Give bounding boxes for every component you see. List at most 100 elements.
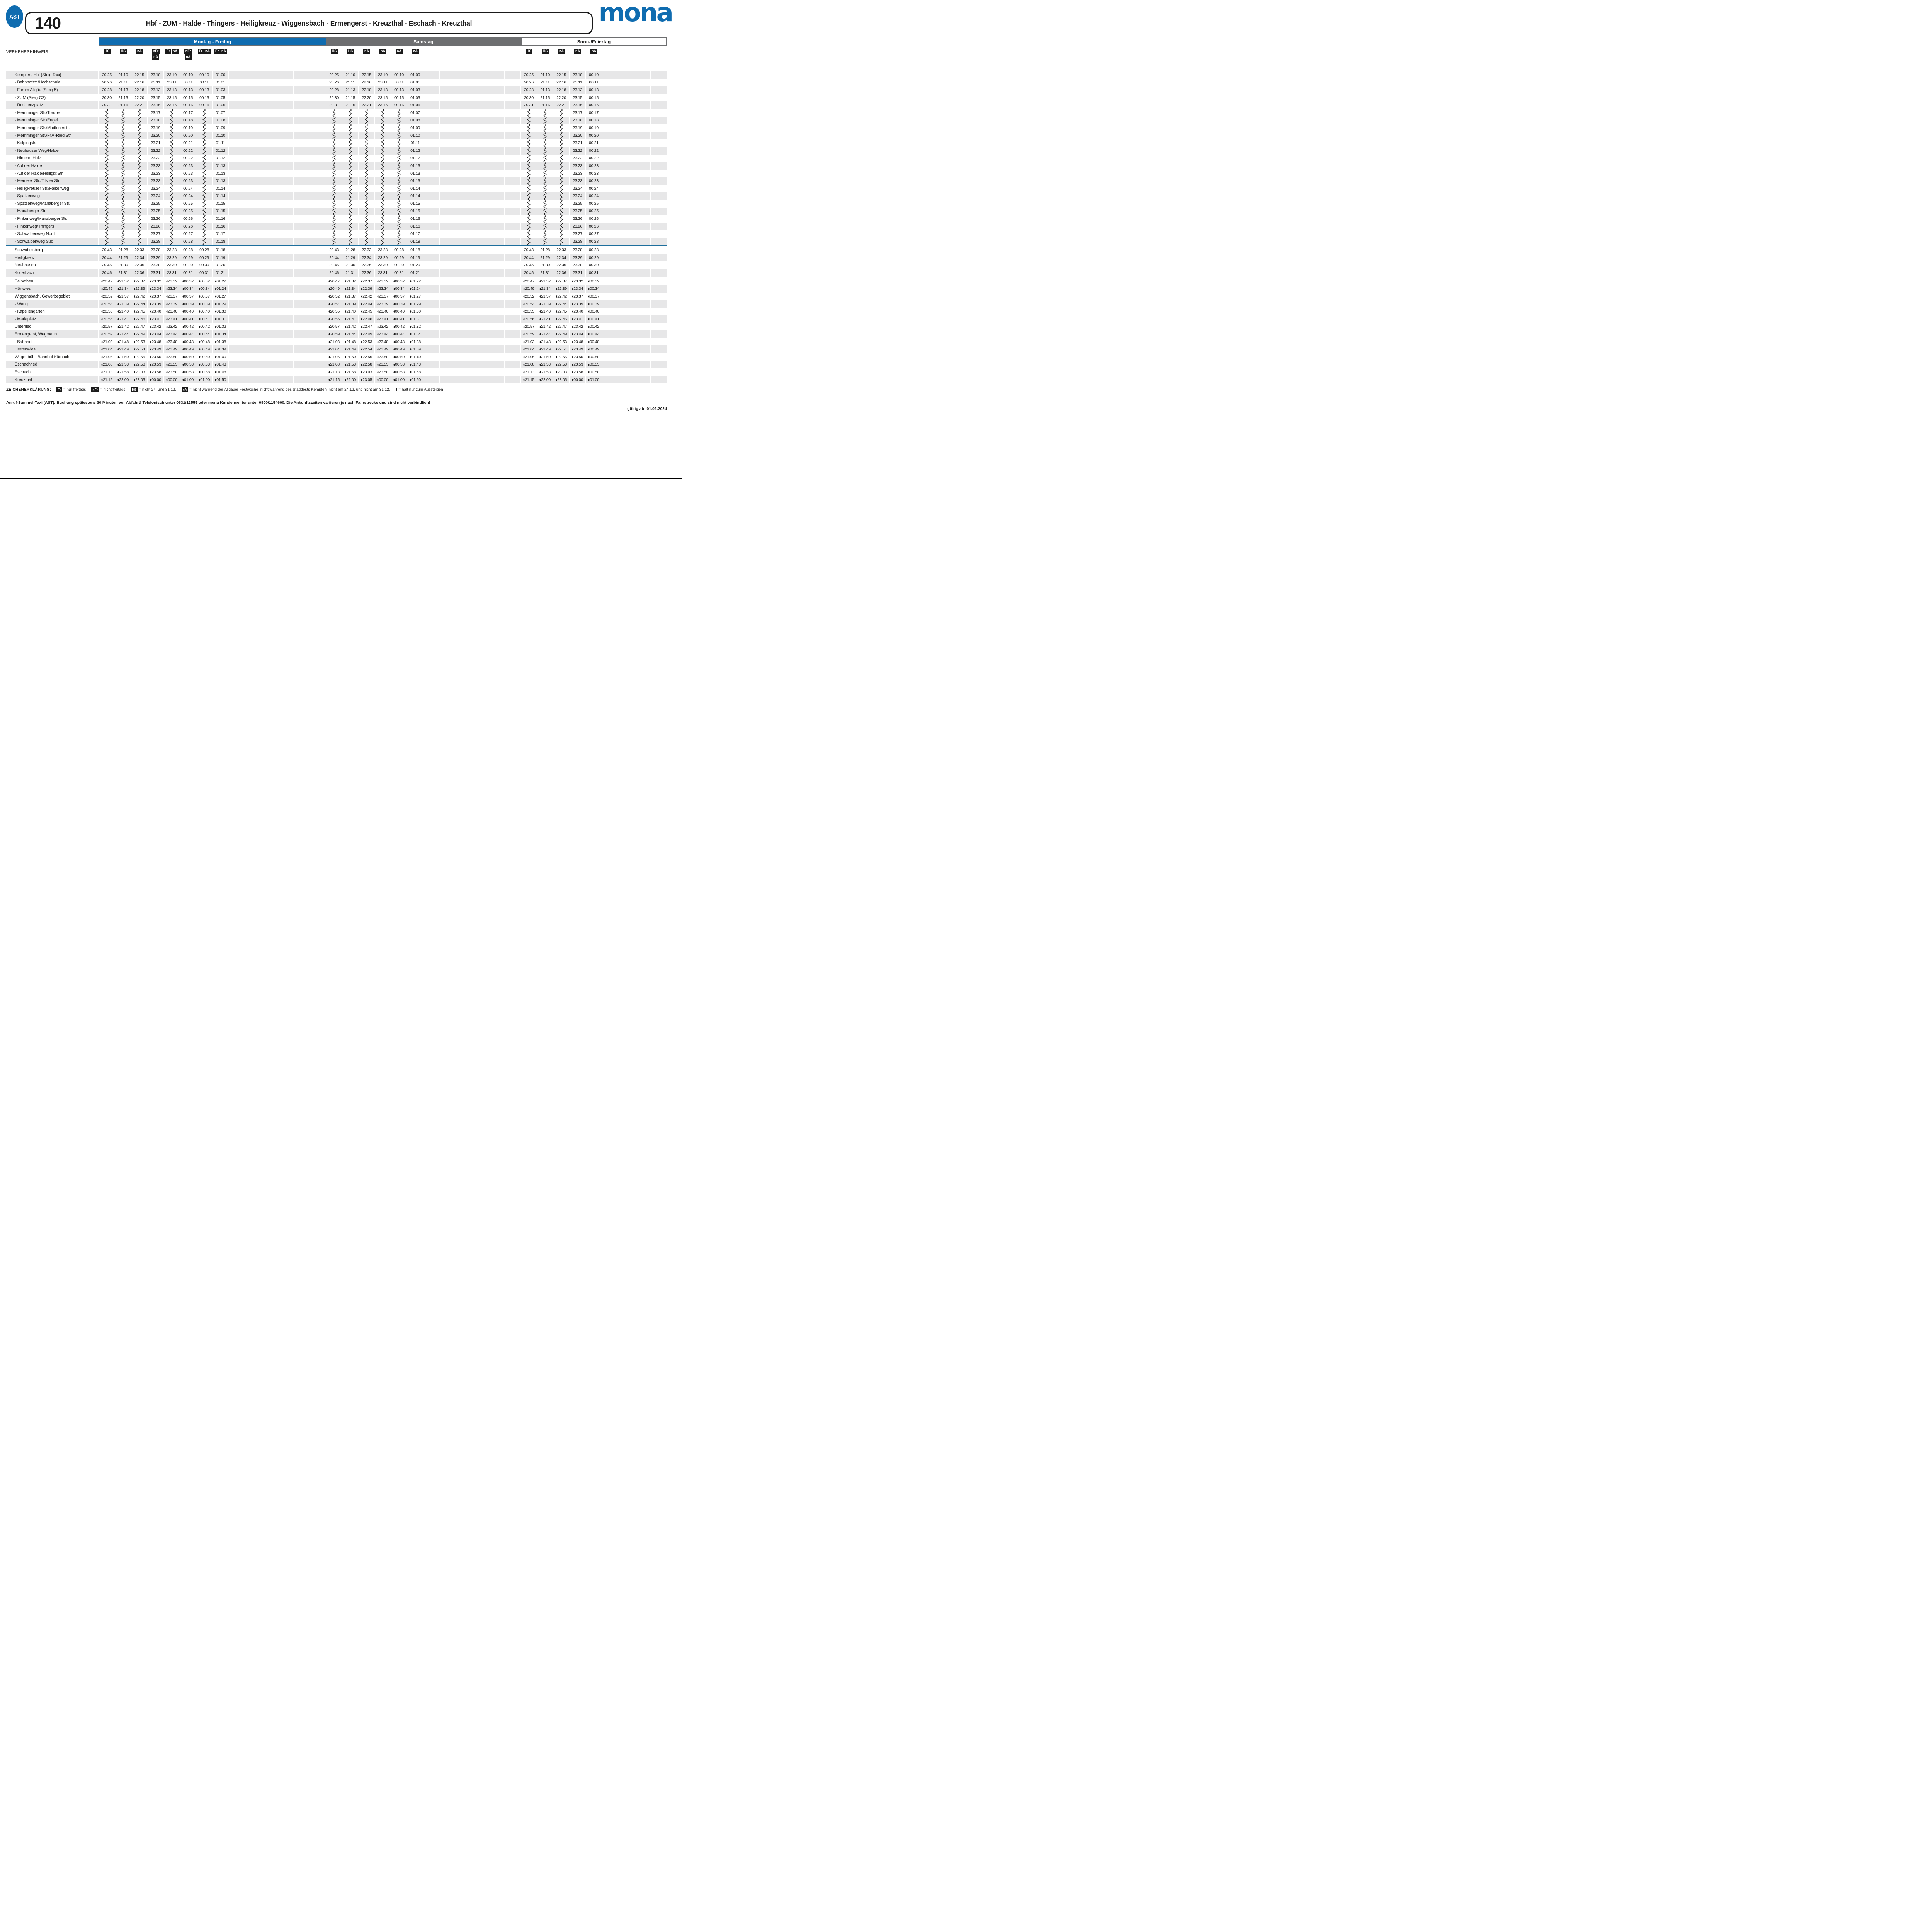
no-stop-cell — [342, 155, 359, 162]
time-cell: ◖00.37 — [586, 293, 602, 300]
time-value: 20.57 — [525, 324, 534, 329]
empty-cell — [261, 223, 277, 230]
time-cell: 21.16 — [115, 101, 131, 109]
empty-cell — [634, 185, 651, 192]
exit-only-icon: ◖ — [556, 363, 557, 366]
time-cell: 21.31 — [537, 269, 553, 277]
time-value: 23.53 — [168, 362, 177, 367]
empty-cell — [261, 147, 277, 155]
exit-only-icon: ◖ — [345, 303, 346, 306]
time-cell: 23.16 — [148, 101, 164, 109]
no-stop-wave-icon — [332, 162, 336, 170]
time-cell: 21.31 — [342, 269, 359, 277]
empty-cell — [472, 376, 488, 384]
no-stop-cell — [115, 124, 131, 132]
time-value: 20.26 — [524, 80, 534, 85]
time-value: 23.11 — [378, 80, 388, 85]
stop-name-cell: - Memminger Str./Madlenerstr. — [6, 124, 99, 132]
time-cell: 01.15 — [213, 200, 229, 208]
exit-only-icon: ◖ — [523, 356, 525, 359]
exit-only-icon: ◖ — [328, 280, 330, 283]
empty-cell — [423, 117, 440, 124]
time-cell: ◖20.55 — [521, 308, 537, 315]
time-cell: 22.18 — [131, 86, 148, 94]
time-value: 00.00 — [379, 378, 388, 382]
empty-cell — [618, 338, 634, 346]
no-stop-cell — [131, 147, 148, 155]
time-cell: 01.18 — [407, 246, 423, 254]
time-cell: ◖22.39 — [359, 285, 375, 293]
empty-cell — [261, 132, 277, 140]
no-stop-cell — [196, 147, 213, 155]
time-value: 23.53 — [573, 362, 583, 367]
empty-cell — [488, 285, 505, 293]
exit-only-icon: ◖ — [539, 325, 541, 328]
time-value: 23.30 — [167, 263, 177, 267]
table-row: Kollerbach20.4621.3122.3623.3123.3100.31… — [6, 269, 667, 277]
time-value: 00.49 — [184, 347, 194, 352]
empty-cell — [602, 170, 618, 177]
time-cell: ◖21.13 — [99, 368, 115, 376]
time-value: 20.59 — [103, 332, 112, 337]
table-row: Neuhausen20.4521.3022.3523.3023.3000.300… — [6, 261, 667, 269]
time-value: 21.05 — [525, 355, 534, 359]
no-stop-cell — [342, 238, 359, 245]
empty-cell — [229, 117, 245, 124]
empty-cell — [277, 353, 294, 361]
time-value: 00.53 — [200, 362, 210, 367]
time-value: 23.29 — [151, 255, 160, 260]
badge-group: nA — [363, 49, 370, 54]
time-value: 23.13 — [573, 88, 582, 92]
time-cell: ◖00.53 — [391, 361, 407, 369]
time-value: 23.42 — [168, 324, 177, 329]
time-value: 00.10 — [199, 73, 209, 77]
empty-cell — [472, 208, 488, 215]
time-cell: ◖23.44 — [375, 330, 391, 338]
empty-cell — [505, 368, 521, 376]
time-cell: 20.28 — [99, 86, 115, 94]
time-value: 23.26 — [573, 216, 582, 221]
empty-cell — [261, 361, 277, 369]
empty-cell — [456, 86, 472, 94]
time-value: 01.03 — [410, 88, 420, 92]
empty-cell — [505, 117, 521, 124]
time-cell: 01.05 — [407, 94, 423, 102]
no-stop-wave-icon — [365, 177, 368, 185]
no-stop-wave-icon — [138, 162, 141, 170]
time-cell: ◖22.37 — [359, 277, 375, 285]
time-cell: 21.10 — [537, 71, 553, 79]
exit-only-icon: ◖ — [150, 295, 151, 298]
exit-only-icon: ◖ — [150, 325, 151, 328]
no-stop-wave-icon — [543, 162, 547, 170]
badge-cell — [651, 49, 667, 70]
time-value: 00.25 — [183, 209, 193, 213]
empty-cell — [456, 185, 472, 192]
time-cell: 23.26 — [148, 223, 164, 230]
time-cell: ◖00.39 — [391, 300, 407, 308]
time-value: 01.48 — [411, 370, 421, 374]
time-cell: ◖20.55 — [326, 308, 342, 315]
no-stop-cell — [553, 155, 570, 162]
time-cell: ◖23.58 — [375, 368, 391, 376]
timetable-body: Kempten, Hbf (Steig Taxi)20.2521.1022.15… — [6, 71, 667, 383]
time-value: 20.45 — [524, 263, 534, 267]
no-stop-cell — [99, 147, 115, 155]
badge-cell: nA — [407, 49, 423, 70]
time-value: 00.37 — [184, 294, 194, 299]
time-value: 01.16 — [216, 224, 225, 229]
exit-only-icon: ◖ — [215, 280, 216, 283]
exit-only-icon: ◖ — [410, 371, 411, 374]
exit-only-icon: ◖ — [215, 288, 216, 291]
exit-only-icon: ◖ — [166, 280, 168, 283]
time-value: 22.15 — [134, 73, 144, 77]
no-stop-wave-icon — [560, 185, 563, 192]
empty-cell — [229, 223, 245, 230]
empty-cell — [634, 269, 651, 277]
time-value: 23.40 — [379, 309, 388, 314]
exit-only-icon: ◖ — [539, 333, 541, 336]
time-cell: 01.12 — [213, 147, 229, 155]
stop-name-cell: - Memminger Str./Engel — [6, 117, 99, 124]
time-value: 21.03 — [103, 340, 112, 344]
empty-cell — [602, 139, 618, 147]
stop-name-cell: Wiggensbach, Gewerbegebiet — [6, 293, 99, 300]
